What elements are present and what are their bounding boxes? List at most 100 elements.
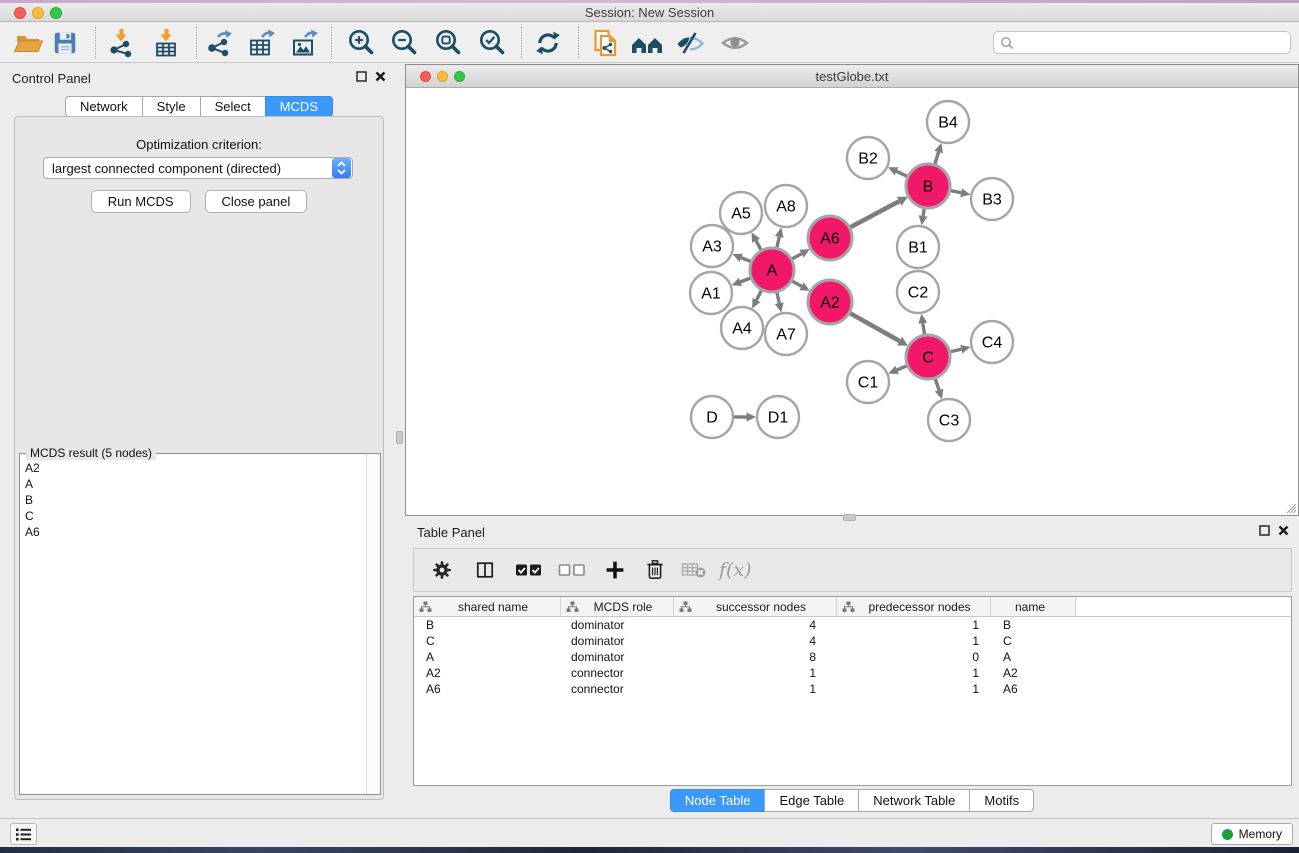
zoom-fit-button[interactable] bbox=[430, 26, 466, 60]
column-header-name[interactable]: name bbox=[991, 597, 1076, 616]
network-window-titlebar[interactable]: testGlobe.txt bbox=[406, 65, 1298, 88]
edge-A-A7[interactable] bbox=[777, 292, 779, 303]
column-header-MCDS-role[interactable]: MCDS role bbox=[561, 597, 674, 616]
edge-C-C2[interactable] bbox=[923, 323, 925, 334]
select-all-rows-button[interactable] bbox=[515, 552, 543, 588]
tab-select[interactable]: Select bbox=[200, 96, 265, 117]
table-cell: 4 bbox=[674, 617, 837, 633]
table-cell: C bbox=[991, 633, 1076, 649]
close-window-button[interactable] bbox=[14, 7, 26, 19]
edge-A-A3[interactable] bbox=[741, 258, 750, 262]
open-session-button[interactable] bbox=[10, 26, 46, 60]
table-tab-network-table[interactable]: Network Table bbox=[858, 789, 969, 812]
edge-A-A2[interactable] bbox=[792, 281, 801, 286]
table-cell: 0 bbox=[837, 649, 991, 665]
edge-B-B1[interactable] bbox=[923, 209, 924, 216]
tab-network[interactable]: Network bbox=[65, 96, 142, 117]
tab-style[interactable]: Style bbox=[142, 96, 200, 117]
mcds-result-item[interactable]: B bbox=[21, 492, 365, 508]
mcds-result-list[interactable]: A2ABCA6 bbox=[21, 460, 365, 793]
control-panel-tabs: NetworkStyleSelectMCDS bbox=[8, 96, 390, 117]
table-row[interactable]: Cdominator41C bbox=[414, 633, 1291, 649]
hide-selected-button[interactable] bbox=[672, 26, 708, 60]
graph-node-label-A1: A1 bbox=[701, 286, 721, 303]
maximize-window-button[interactable] bbox=[50, 7, 62, 19]
delete-column-button[interactable] bbox=[643, 552, 667, 588]
column-header-successor-nodes[interactable]: successor nodes bbox=[674, 597, 837, 616]
edge-A-A1[interactable] bbox=[740, 278, 750, 282]
minimize-window-button[interactable] bbox=[32, 7, 44, 19]
edge-arrowhead bbox=[747, 413, 757, 422]
delete-table-icon bbox=[681, 560, 707, 580]
table-tab-edge-table[interactable]: Edge Table bbox=[764, 789, 858, 812]
edge-B-B2[interactable] bbox=[897, 171, 908, 176]
mcds-result-item[interactable]: A2 bbox=[21, 460, 365, 476]
deselect-all-rows-button[interactable] bbox=[558, 552, 586, 588]
mcds-result-item[interactable]: C bbox=[21, 508, 365, 524]
edge-C-C3[interactable] bbox=[935, 379, 939, 390]
table-cell: 1 bbox=[837, 633, 991, 649]
table-tab-node-table[interactable]: Node Table bbox=[670, 789, 765, 812]
float-panel-icon[interactable] bbox=[1259, 525, 1270, 536]
edge-C-C1[interactable] bbox=[897, 366, 907, 370]
clone-network-button[interactable] bbox=[588, 26, 624, 60]
task-history-button[interactable] bbox=[10, 823, 37, 845]
create-column-button[interactable] bbox=[603, 552, 627, 588]
table-row[interactable]: Bdominator41B bbox=[414, 617, 1291, 633]
zoom-out-button[interactable] bbox=[386, 26, 422, 60]
import-network-button[interactable] bbox=[103, 26, 139, 60]
save-session-button[interactable] bbox=[47, 26, 83, 60]
edge-A-A4[interactable] bbox=[756, 290, 761, 300]
column-header-predecessor-nodes[interactable]: predecessor nodes bbox=[837, 597, 991, 616]
edge-A-A8[interactable] bbox=[777, 237, 779, 248]
table-panel-title: Table Panel bbox=[417, 525, 485, 540]
zoom-in-button[interactable] bbox=[343, 26, 379, 60]
network-minimize-button[interactable] bbox=[437, 71, 448, 82]
edge-B-B3[interactable] bbox=[951, 191, 962, 193]
show-hidden-button[interactable] bbox=[717, 26, 753, 60]
export-image-button[interactable] bbox=[286, 26, 322, 60]
zoom-selected-button[interactable] bbox=[474, 26, 510, 60]
network-maximize-button[interactable] bbox=[454, 71, 465, 82]
result-scrollbar[interactable] bbox=[366, 454, 380, 794]
memory-button[interactable]: Memory bbox=[1211, 823, 1293, 845]
export-table-icon bbox=[246, 28, 276, 58]
toolbar-search bbox=[993, 31, 1291, 54]
edge-C-C4[interactable] bbox=[950, 349, 961, 352]
float-panel-icon[interactable] bbox=[356, 71, 367, 82]
show-column-button[interactable] bbox=[473, 552, 497, 588]
table-tab-motifs[interactable]: Motifs bbox=[969, 789, 1034, 812]
edge-A6-B[interactable] bbox=[850, 201, 899, 227]
edge-A-A6[interactable] bbox=[792, 254, 801, 259]
close-panel-icon[interactable] bbox=[1278, 525, 1289, 536]
search-input[interactable] bbox=[1014, 32, 1290, 53]
mcds-result-item[interactable]: A6 bbox=[21, 524, 365, 540]
vertical-splitter-handle[interactable] bbox=[396, 431, 403, 444]
column-header-shared-name[interactable]: shared name bbox=[414, 597, 561, 616]
import-table-button[interactable] bbox=[148, 26, 184, 60]
export-table-button[interactable] bbox=[243, 26, 279, 60]
network-canvas[interactable]: AA1A2A3A4A5A6A7A8BB1B2B3B4CC1C2C3C4DD1 bbox=[406, 89, 1298, 515]
tab-mcds[interactable]: MCDS bbox=[265, 96, 333, 117]
table-settings-button[interactable] bbox=[430, 552, 454, 588]
edge-A2-C[interactable] bbox=[850, 313, 900, 341]
mcds-result-group: MCDS result (5 nodes) A2ABCA6 bbox=[19, 453, 381, 795]
close-panel-button[interactable]: Close panel bbox=[205, 190, 308, 213]
export-network-button[interactable] bbox=[201, 26, 237, 60]
table-cell: A2 bbox=[991, 665, 1076, 681]
table-row[interactable]: A6connector11A6 bbox=[414, 681, 1291, 697]
edge-B-B4[interactable] bbox=[935, 152, 939, 164]
unchecked-boxes-icon bbox=[558, 560, 586, 580]
table-row[interactable]: Adominator80A bbox=[414, 649, 1291, 665]
network-close-button[interactable] bbox=[420, 71, 431, 82]
run-mcds-button[interactable]: Run MCDS bbox=[91, 190, 191, 213]
table-row[interactable]: A2connector11A2 bbox=[414, 665, 1291, 681]
edge-A-A5[interactable] bbox=[756, 241, 761, 250]
optimization-criterion-dropdown[interactable]: largest connected component (directed) bbox=[43, 157, 353, 179]
show-all-button[interactable] bbox=[629, 26, 665, 60]
resize-corner-handle[interactable] bbox=[1285, 502, 1297, 514]
close-panel-icon[interactable] bbox=[375, 71, 386, 82]
mcds-result-item[interactable]: A bbox=[21, 476, 365, 492]
refresh-button[interactable] bbox=[530, 26, 566, 60]
trash-icon bbox=[643, 558, 667, 582]
